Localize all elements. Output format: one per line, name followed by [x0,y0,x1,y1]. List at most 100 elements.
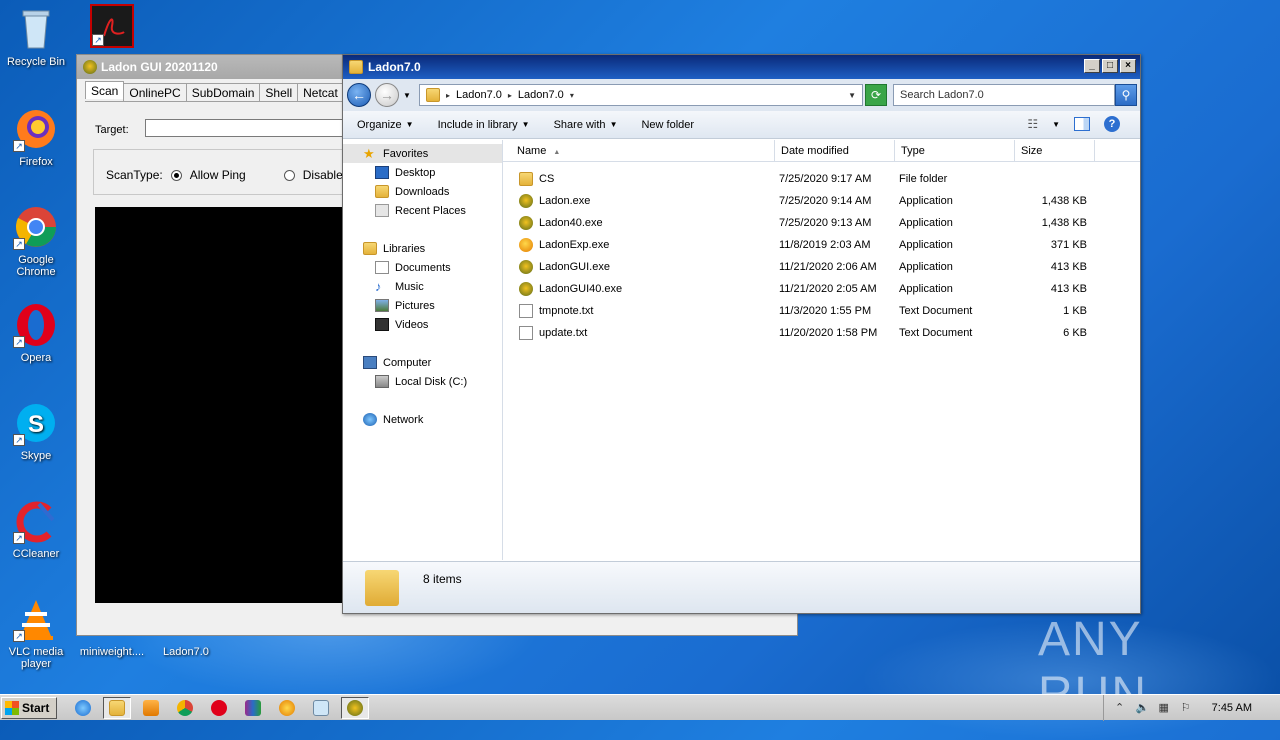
chevron-down-icon[interactable]: ▼ [1052,120,1060,129]
desktop-icon-chrome[interactable]: ↗ Google Chrome [0,204,72,278]
nav-label: Local Disk (C:) [395,375,468,388]
include-in-library-menu[interactable]: Include in library ▼ [438,119,530,131]
taskbar-app-orange[interactable] [273,697,301,719]
volume-icon[interactable]: 🔈 [1136,702,1150,714]
forward-button[interactable]: → [375,83,399,107]
help-icon[interactable]: ? [1104,116,1120,132]
tab-netcat[interactable]: Netcat [297,83,344,101]
chevron-right-icon[interactable]: ▸ [508,91,512,100]
file-size: 1,438 KB [1041,195,1087,207]
preview-pane-icon[interactable] [1074,117,1090,131]
share-label: Share with [553,118,606,131]
disable-ping-radio[interactable] [283,169,295,181]
recent-pages-dropdown-icon[interactable]: ▼ [403,91,411,100]
share-with-menu[interactable]: Share with ▼ [554,119,618,131]
include-label: Include in library [437,118,518,131]
chevron-down-icon[interactable]: ▾ [570,91,574,100]
taskbar-ladon[interactable] [341,696,369,719]
column-size[interactable]: Size [1015,140,1095,162]
desktop-icon-firefox[interactable]: ↗ Firefox [0,106,72,168]
file-row[interactable]: LadonGUI40.exe 11/21/2020 2:05 AM Applicat… [503,278,1140,300]
taskbar-notepad[interactable] [307,697,335,719]
nav-local-disk[interactable]: Local Disk (C:) [343,372,502,391]
new-folder-button[interactable]: New folder [641,119,694,131]
file-row[interactable]: LadonGUI.exe 11/21/2020 2:06 AM Applicatio… [503,256,1140,278]
taskbar-chrome[interactable] [171,697,199,719]
action-center-flag-icon[interactable]: ⚐ [1180,702,1192,714]
file-size: 1 KB [1063,305,1087,317]
view-options-icon[interactable]: ☷ [1027,117,1038,131]
allow-ping-label[interactable]: Allow Ping [190,168,246,182]
chrome-icon: ↗ [13,204,59,250]
search-input[interactable]: Search Ladon7.0 [893,84,1115,106]
breadcrumb-item[interactable]: Ladon7.0 [456,89,502,101]
back-button[interactable]: ← [347,83,371,107]
file-date: 11/20/2020 1:58 PM [779,327,878,339]
file-row[interactable]: LadonExp.exe 11/8/2019 2:03 AM Application… [503,234,1140,256]
nav-documents[interactable]: Documents [343,258,502,277]
chevron-right-icon[interactable]: ▸ [446,91,450,100]
start-button[interactable]: Start [1,696,57,719]
taskbar-ie[interactable] [69,697,97,719]
file-row[interactable]: update.txt 11/20/2020 1:58 PM Text Documen… [503,322,1140,344]
nav-desktop[interactable]: Desktop [343,163,502,182]
close-button[interactable]: × [1120,59,1136,73]
nav-pictures[interactable]: Pictures [343,296,502,315]
desktop-icon-vlc[interactable]: ↗ VLC media player [0,596,72,670]
refresh-button[interactable]: ⟳ [865,84,887,106]
nav-favorites[interactable]: ★ Favorites [343,144,502,163]
winrar-icon [245,699,261,716]
desktop-icon-ccleaner[interactable]: ↗ CCleaner [0,498,72,560]
column-name[interactable]: Name ▲ [503,140,775,162]
column-type[interactable]: Type [895,140,1015,162]
desktop-icon-opera[interactable]: ↗ Opera [0,302,72,364]
taskbar-media-player[interactable] [137,697,165,719]
tab-onlinepc[interactable]: OnlinePC [123,83,187,101]
desktop-icon-ladon-folder[interactable]: Ladon7.0 [150,646,222,658]
nav-videos[interactable]: Videos [343,315,502,334]
shortcut-arrow-icon: ↗ [92,34,104,46]
taskbar-winrar[interactable] [239,697,267,719]
nav-recent-places[interactable]: Recent Places [343,201,502,220]
organize-menu[interactable]: Organize ▼ [357,119,414,131]
taskbar-opera[interactable] [205,697,233,719]
tab-scan[interactable]: Scan [85,81,125,99]
file-row[interactable]: tmpnote.txt 11/3/2020 1:55 PM Text Documen… [503,300,1140,322]
nav-downloads[interactable]: Downloads [343,182,502,201]
tab-subdomain[interactable]: SubDomain [185,83,261,101]
desktop-icon-acrobat[interactable]: ↗ [76,4,148,52]
opera-icon [211,699,227,716]
shortcut-arrow-icon: ↗ [13,336,25,348]
allow-ping-radio[interactable] [170,169,182,181]
tab-shell[interactable]: Shell [259,83,299,101]
clock[interactable]: 7:45 AM [1212,702,1252,714]
new-folder-label: New folder [641,118,695,131]
desktop-icon-miniweight[interactable]: miniweight.... [72,646,152,658]
nav-music[interactable]: ♪ Music [343,277,502,296]
breadcrumb-item[interactable]: Ladon7.0 [518,89,564,101]
column-date-modified[interactable]: Date modified [775,140,895,162]
nav-label: Recent Places [395,204,466,217]
file-row[interactable]: CS 7/25/2020 9:17 AM File folder [503,168,1140,190]
pictures-icon [375,299,389,312]
search-icon[interactable]: ⚲ [1115,84,1137,106]
system-tray: ⌃ 🔈 ▦ ⚐ 7:45 AM [1102,695,1280,721]
minimize-button[interactable]: _ [1084,59,1100,73]
file-type: Text Document [899,327,973,339]
desktop-icon-skype[interactable]: S ↗ Skype [0,400,72,462]
explorer-title-bar[interactable]: Ladon7.0 _ □ × [343,55,1140,79]
show-hidden-icons-icon[interactable]: ⌃ [1114,702,1126,714]
nav-libraries[interactable]: Libraries [343,239,502,258]
file-row[interactable]: Ladon.exe 7/25/2020 9:14 AM Application 1,4… [503,190,1140,212]
taskbar-explorer[interactable] [103,696,131,719]
maximize-button[interactable]: □ [1102,59,1118,73]
network-tray-icon[interactable]: ▦ [1158,702,1170,714]
nav-network[interactable]: Network [343,410,502,429]
nav-computer[interactable]: Computer [343,353,502,372]
desktop-icon-label: Recycle Bin [6,56,66,68]
address-box[interactable]: ▸ Ladon7.0 ▸ Ladon7.0 ▾ ▼ [419,84,863,106]
file-row[interactable]: Ladon40.exe 7/25/2020 9:13 AM Application 1… [503,212,1140,234]
desktop-icon-recycle-bin[interactable]: Recycle Bin [0,6,72,68]
text-document-icon [519,326,533,340]
address-dropdown-icon[interactable]: ▼ [848,91,856,100]
